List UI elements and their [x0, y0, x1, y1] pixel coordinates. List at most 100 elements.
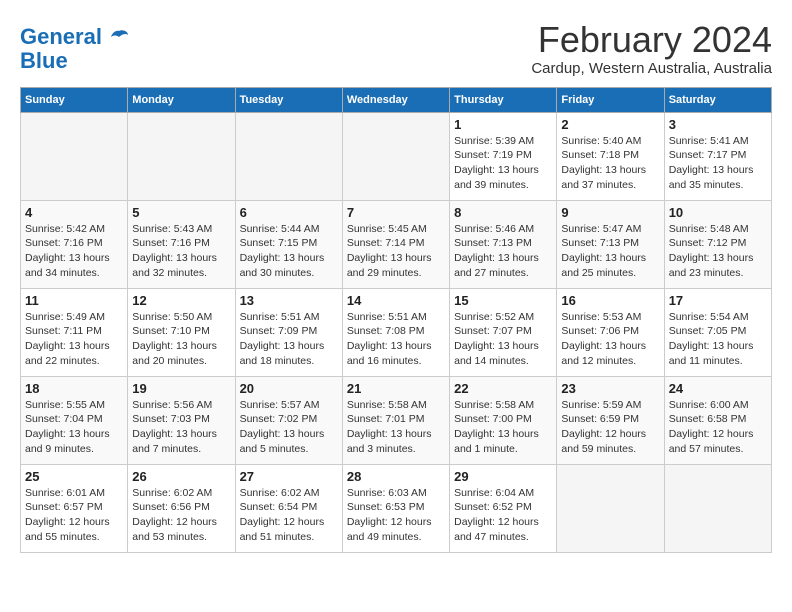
page-container: General Blue February 2024 Cardup, Weste…	[20, 20, 772, 553]
calendar-week-row: 1Sunrise: 5:39 AMSunset: 7:19 PMDaylight…	[21, 112, 772, 200]
calendar-cell	[128, 112, 235, 200]
day-info: Sunrise: 5:42 AMSunset: 7:16 PMDaylight:…	[25, 222, 123, 281]
day-number: 26	[132, 469, 230, 484]
calendar-cell: 19 Sunrise: 5:56 AMSunset: 7:03 PMDayligh…	[128, 376, 235, 464]
day-info: Sunrise: 5:40 AMSunset: 7:18 PMDaylight:…	[561, 134, 659, 193]
calendar-cell: 24Sunrise: 6:00 AMSunset: 6:58 PMDayligh…	[664, 376, 771, 464]
calendar-cell	[21, 112, 128, 200]
day-number: 22	[454, 381, 552, 396]
day-number: 13	[240, 293, 338, 308]
calendar-cell: 28 Sunrise: 6:03 AMSunset: 6:53 PMDayligh…	[342, 464, 449, 552]
day-number: 27	[240, 469, 338, 484]
day-number: 28	[347, 469, 445, 484]
day-info: Sunrise: 5:49 AMSunset: 7:11 PMDaylight:…	[25, 310, 123, 369]
calendar-cell	[664, 464, 771, 552]
calendar-cell: 9 Sunrise: 5:47 AMSunset: 7:13 PMDaylight…	[557, 200, 664, 288]
calendar-body: 1Sunrise: 5:39 AMSunset: 7:19 PMDaylight…	[21, 112, 772, 552]
day-number: 6	[240, 205, 338, 220]
day-number: 15	[454, 293, 552, 308]
col-wednesday: Wednesday	[342, 87, 449, 112]
day-number: 1	[454, 117, 552, 132]
day-number: 12	[132, 293, 230, 308]
calendar-cell: 7Sunrise: 5:45 AMSunset: 7:14 PMDaylight…	[342, 200, 449, 288]
day-number: 4	[25, 205, 123, 220]
calendar-cell: 5 Sunrise: 5:43 AMSunset: 7:16 PMDaylight…	[128, 200, 235, 288]
day-number: 21	[347, 381, 445, 396]
calendar-cell: 14 Sunrise: 5:51 AMSunset: 7:08 PMDayligh…	[342, 288, 449, 376]
header: General Blue February 2024 Cardup, Weste…	[20, 20, 772, 77]
calendar-cell: 1Sunrise: 5:39 AMSunset: 7:19 PMDaylight…	[450, 112, 557, 200]
day-info: Sunrise: 6:04 AMSunset: 6:52 PMDaylight:…	[454, 486, 552, 545]
day-info: Sunrise: 5:45 AMSunset: 7:14 PMDaylight:…	[347, 222, 445, 281]
day-number: 8	[454, 205, 552, 220]
day-number: 16	[561, 293, 659, 308]
day-number: 14	[347, 293, 445, 308]
calendar-cell	[235, 112, 342, 200]
day-info: Sunrise: 5:58 AMSunset: 7:00 PMDaylight:…	[454, 398, 552, 457]
day-info: Sunrise: 5:47 AMSunset: 7:13 PMDaylight:…	[561, 222, 659, 281]
day-number: 18	[25, 381, 123, 396]
calendar-cell: 22 Sunrise: 5:58 AMSunset: 7:00 PMDayligh…	[450, 376, 557, 464]
calendar-cell: 15 Sunrise: 5:52 AMSunset: 7:07 PMDayligh…	[450, 288, 557, 376]
title-area: February 2024 Cardup, Western Australia,…	[531, 20, 772, 77]
day-info: Sunrise: 5:58 AMSunset: 7:01 PMDaylight:…	[347, 398, 445, 457]
day-number: 23	[561, 381, 659, 396]
calendar-cell: 12 Sunrise: 5:50 AMSunset: 7:10 PMDayligh…	[128, 288, 235, 376]
calendar-cell: 21 Sunrise: 5:58 AMSunset: 7:01 PMDayligh…	[342, 376, 449, 464]
calendar-cell: 6 Sunrise: 5:44 AMSunset: 7:15 PMDaylight…	[235, 200, 342, 288]
calendar-cell: 3Sunrise: 5:41 AMSunset: 7:17 PMDaylight…	[664, 112, 771, 200]
day-number: 10	[669, 205, 767, 220]
col-thursday: Thursday	[450, 87, 557, 112]
day-info: Sunrise: 5:52 AMSunset: 7:07 PMDaylight:…	[454, 310, 552, 369]
calendar-week-row: 4 Sunrise: 5:42 AMSunset: 7:16 PMDaylight…	[21, 200, 772, 288]
calendar-week-row: 25Sunrise: 6:01 AMSunset: 6:57 PMDayligh…	[21, 464, 772, 552]
logo-text: General	[20, 25, 130, 49]
calendar-cell: 16Sunrise: 5:53 AMSunset: 7:06 PMDayligh…	[557, 288, 664, 376]
day-info: Sunrise: 5:51 AMSunset: 7:08 PMDaylight:…	[347, 310, 445, 369]
day-info: Sunrise: 5:46 AMSunset: 7:13 PMDaylight:…	[454, 222, 552, 281]
calendar-cell: 11 Sunrise: 5:49 AMSunset: 7:11 PMDayligh…	[21, 288, 128, 376]
logo-general: General	[20, 24, 102, 49]
calendar-cell: 26 Sunrise: 6:02 AMSunset: 6:56 PMDayligh…	[128, 464, 235, 552]
day-info: Sunrise: 5:57 AMSunset: 7:02 PMDaylight:…	[240, 398, 338, 457]
col-saturday: Saturday	[664, 87, 771, 112]
calendar-cell	[342, 112, 449, 200]
day-info: Sunrise: 6:02 AMSunset: 6:56 PMDaylight:…	[132, 486, 230, 545]
day-number: 2	[561, 117, 659, 132]
col-monday: Monday	[128, 87, 235, 112]
calendar-cell: 17 Sunrise: 5:54 AMSunset: 7:05 PMDayligh…	[664, 288, 771, 376]
calendar-cell: 29Sunrise: 6:04 AMSunset: 6:52 PMDayligh…	[450, 464, 557, 552]
calendar-week-row: 11 Sunrise: 5:49 AMSunset: 7:11 PMDayligh…	[21, 288, 772, 376]
day-number: 5	[132, 205, 230, 220]
calendar-cell: 2 Sunrise: 5:40 AMSunset: 7:18 PMDaylight…	[557, 112, 664, 200]
calendar-table: Sunday Monday Tuesday Wednesday Thursday…	[20, 87, 772, 553]
calendar-cell: 10Sunrise: 5:48 AMSunset: 7:12 PMDayligh…	[664, 200, 771, 288]
day-number: 11	[25, 293, 123, 308]
day-number: 17	[669, 293, 767, 308]
calendar-cell	[557, 464, 664, 552]
col-sunday: Sunday	[21, 87, 128, 112]
day-info: Sunrise: 5:56 AMSunset: 7:03 PMDaylight:…	[132, 398, 230, 457]
day-info: Sunrise: 6:01 AMSunset: 6:57 PMDaylight:…	[25, 486, 123, 545]
logo-blue: Blue	[20, 49, 130, 73]
calendar-header: Sunday Monday Tuesday Wednesday Thursday…	[21, 87, 772, 112]
month-year-title: February 2024	[531, 20, 772, 60]
day-info: Sunrise: 5:50 AMSunset: 7:10 PMDaylight:…	[132, 310, 230, 369]
day-info: Sunrise: 6:03 AMSunset: 6:53 PMDaylight:…	[347, 486, 445, 545]
day-info: Sunrise: 5:59 AMSunset: 6:59 PMDaylight:…	[561, 398, 659, 457]
calendar-cell: 25Sunrise: 6:01 AMSunset: 6:57 PMDayligh…	[21, 464, 128, 552]
day-info: Sunrise: 5:54 AMSunset: 7:05 PMDaylight:…	[669, 310, 767, 369]
day-info: Sunrise: 5:44 AMSunset: 7:15 PMDaylight:…	[240, 222, 338, 281]
day-number: 24	[669, 381, 767, 396]
calendar-cell: 8 Sunrise: 5:46 AMSunset: 7:13 PMDaylight…	[450, 200, 557, 288]
day-info: Sunrise: 5:41 AMSunset: 7:17 PMDaylight:…	[669, 134, 767, 193]
header-row: Sunday Monday Tuesday Wednesday Thursday…	[21, 87, 772, 112]
col-friday: Friday	[557, 87, 664, 112]
day-info: Sunrise: 5:43 AMSunset: 7:16 PMDaylight:…	[132, 222, 230, 281]
day-number: 19	[132, 381, 230, 396]
calendar-cell: 23 Sunrise: 5:59 AMSunset: 6:59 PMDayligh…	[557, 376, 664, 464]
day-number: 9	[561, 205, 659, 220]
calendar-cell: 20Sunrise: 5:57 AMSunset: 7:02 PMDayligh…	[235, 376, 342, 464]
day-info: Sunrise: 5:55 AMSunset: 7:04 PMDaylight:…	[25, 398, 123, 457]
col-tuesday: Tuesday	[235, 87, 342, 112]
